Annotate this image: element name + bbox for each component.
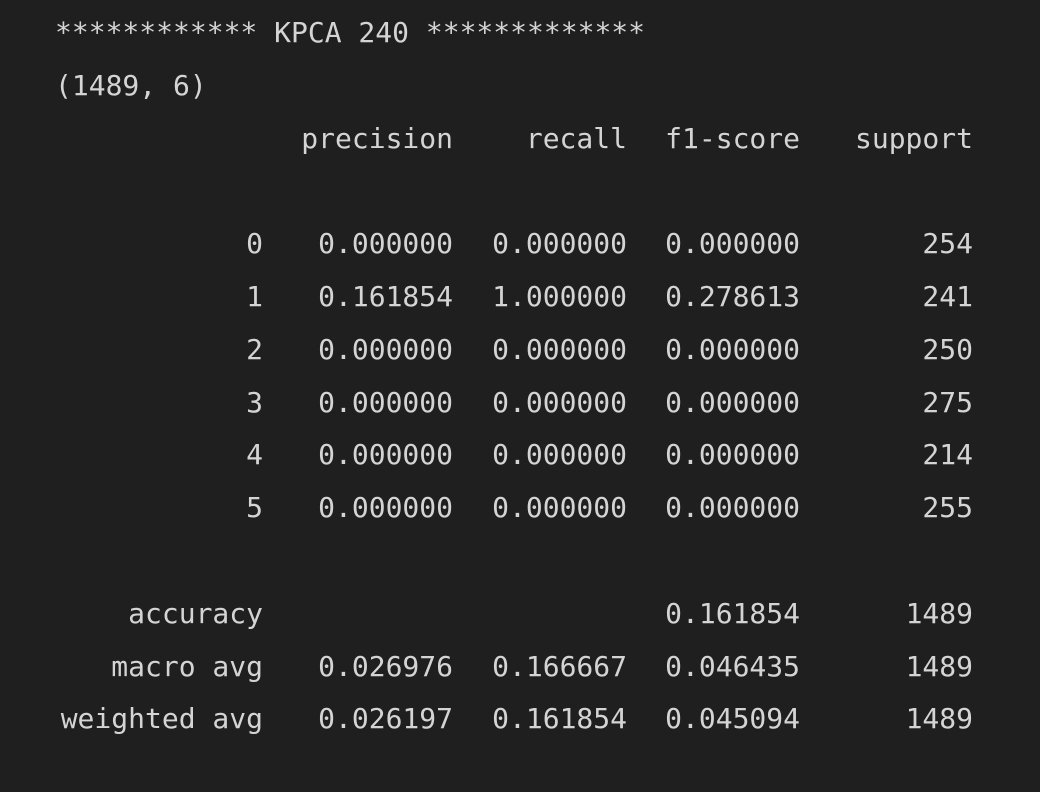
f1-score-value: 0.000000: [665, 438, 800, 472]
f1-score-value: 0.045094: [665, 702, 800, 736]
recall-value: 0.166667: [492, 649, 627, 683]
column-header-recall: recall: [525, 121, 627, 155]
support-value: 254: [922, 227, 973, 261]
blank-row: [55, 165, 985, 218]
precision-value: 0.161854: [318, 279, 453, 313]
column-header-f1-score: f1-score: [665, 121, 800, 155]
f1-score-value: 0.278613: [665, 279, 800, 313]
row-label: 4: [246, 438, 263, 472]
precision-value: 0.000000: [318, 385, 453, 419]
support-value: 250: [922, 332, 973, 366]
row-label: 5: [246, 491, 263, 525]
f1-score-value: 0.046435: [665, 649, 800, 683]
table-row: 1 0.161854 1.000000 0.278613 241: [55, 271, 985, 324]
support-value: 1489: [905, 702, 973, 736]
row-label: 0: [246, 227, 263, 261]
summary-row-accuracy: accuracy 0.161854 1489: [55, 588, 985, 641]
row-label: 1: [246, 279, 263, 313]
support-value: 275: [922, 385, 973, 419]
table-row: 2 0.000000 0.000000 0.000000 250: [55, 324, 985, 377]
table-row: 0 0.000000 0.000000 0.000000 254: [55, 218, 985, 271]
f1-score-value: 0.161854: [665, 596, 800, 630]
recall-value: 0.000000: [492, 332, 627, 366]
precision-value: 0.000000: [318, 438, 453, 472]
row-label: accuracy: [128, 596, 263, 630]
recall-value: 0.000000: [492, 491, 627, 525]
f1-score-value: 0.000000: [665, 385, 800, 419]
row-label: 2: [246, 332, 263, 366]
table-row: 5 0.000000 0.000000 0.000000 255: [55, 482, 985, 535]
summary-row-macro-avg: macro avg 0.026976 0.166667 0.046435 148…: [55, 641, 985, 694]
column-header-row: precision recall f1-score support: [55, 113, 985, 166]
precision-value: 0.000000: [318, 227, 453, 261]
column-header-support: support: [854, 121, 973, 155]
f1-score-value: 0.000000: [665, 332, 800, 366]
precision-value: 0.026197: [318, 702, 453, 736]
column-header-precision: precision: [301, 121, 453, 155]
f1-score-value: 0.000000: [665, 227, 800, 261]
support-value: 241: [922, 279, 973, 313]
recall-value: 1.000000: [492, 279, 627, 313]
row-label: 3: [246, 385, 263, 419]
recall-value: 0.000000: [492, 385, 627, 419]
recall-value: 0.161854: [492, 702, 627, 736]
precision-value: 0.000000: [318, 491, 453, 525]
recall-value: 0.000000: [492, 438, 627, 472]
header-line: ************ KPCA 240 *************: [55, 16, 646, 49]
precision-value: 0.026976: [318, 649, 453, 683]
summary-row-weighted-avg: weighted avg 0.026197 0.161854 0.045094 …: [55, 693, 985, 746]
blank-row: [55, 535, 985, 588]
support-value: 1489: [905, 649, 973, 683]
row-label: macro avg: [111, 649, 263, 683]
support-value: 1489: [905, 596, 973, 630]
recall-value: 0.000000: [492, 227, 627, 261]
support-value: 255: [922, 491, 973, 525]
row-label: weighted avg: [60, 702, 263, 736]
table-row: 3 0.000000 0.000000 0.000000 275: [55, 377, 985, 430]
terminal-output: ************ KPCA 240 ************* (148…: [0, 0, 1040, 792]
table-row: 4 0.000000 0.000000 0.000000 214: [55, 429, 985, 482]
precision-value: 0.000000: [318, 332, 453, 366]
shape-line: (1489, 6): [55, 68, 207, 102]
f1-score-value: 0.000000: [665, 491, 800, 525]
support-value: 214: [922, 438, 973, 472]
